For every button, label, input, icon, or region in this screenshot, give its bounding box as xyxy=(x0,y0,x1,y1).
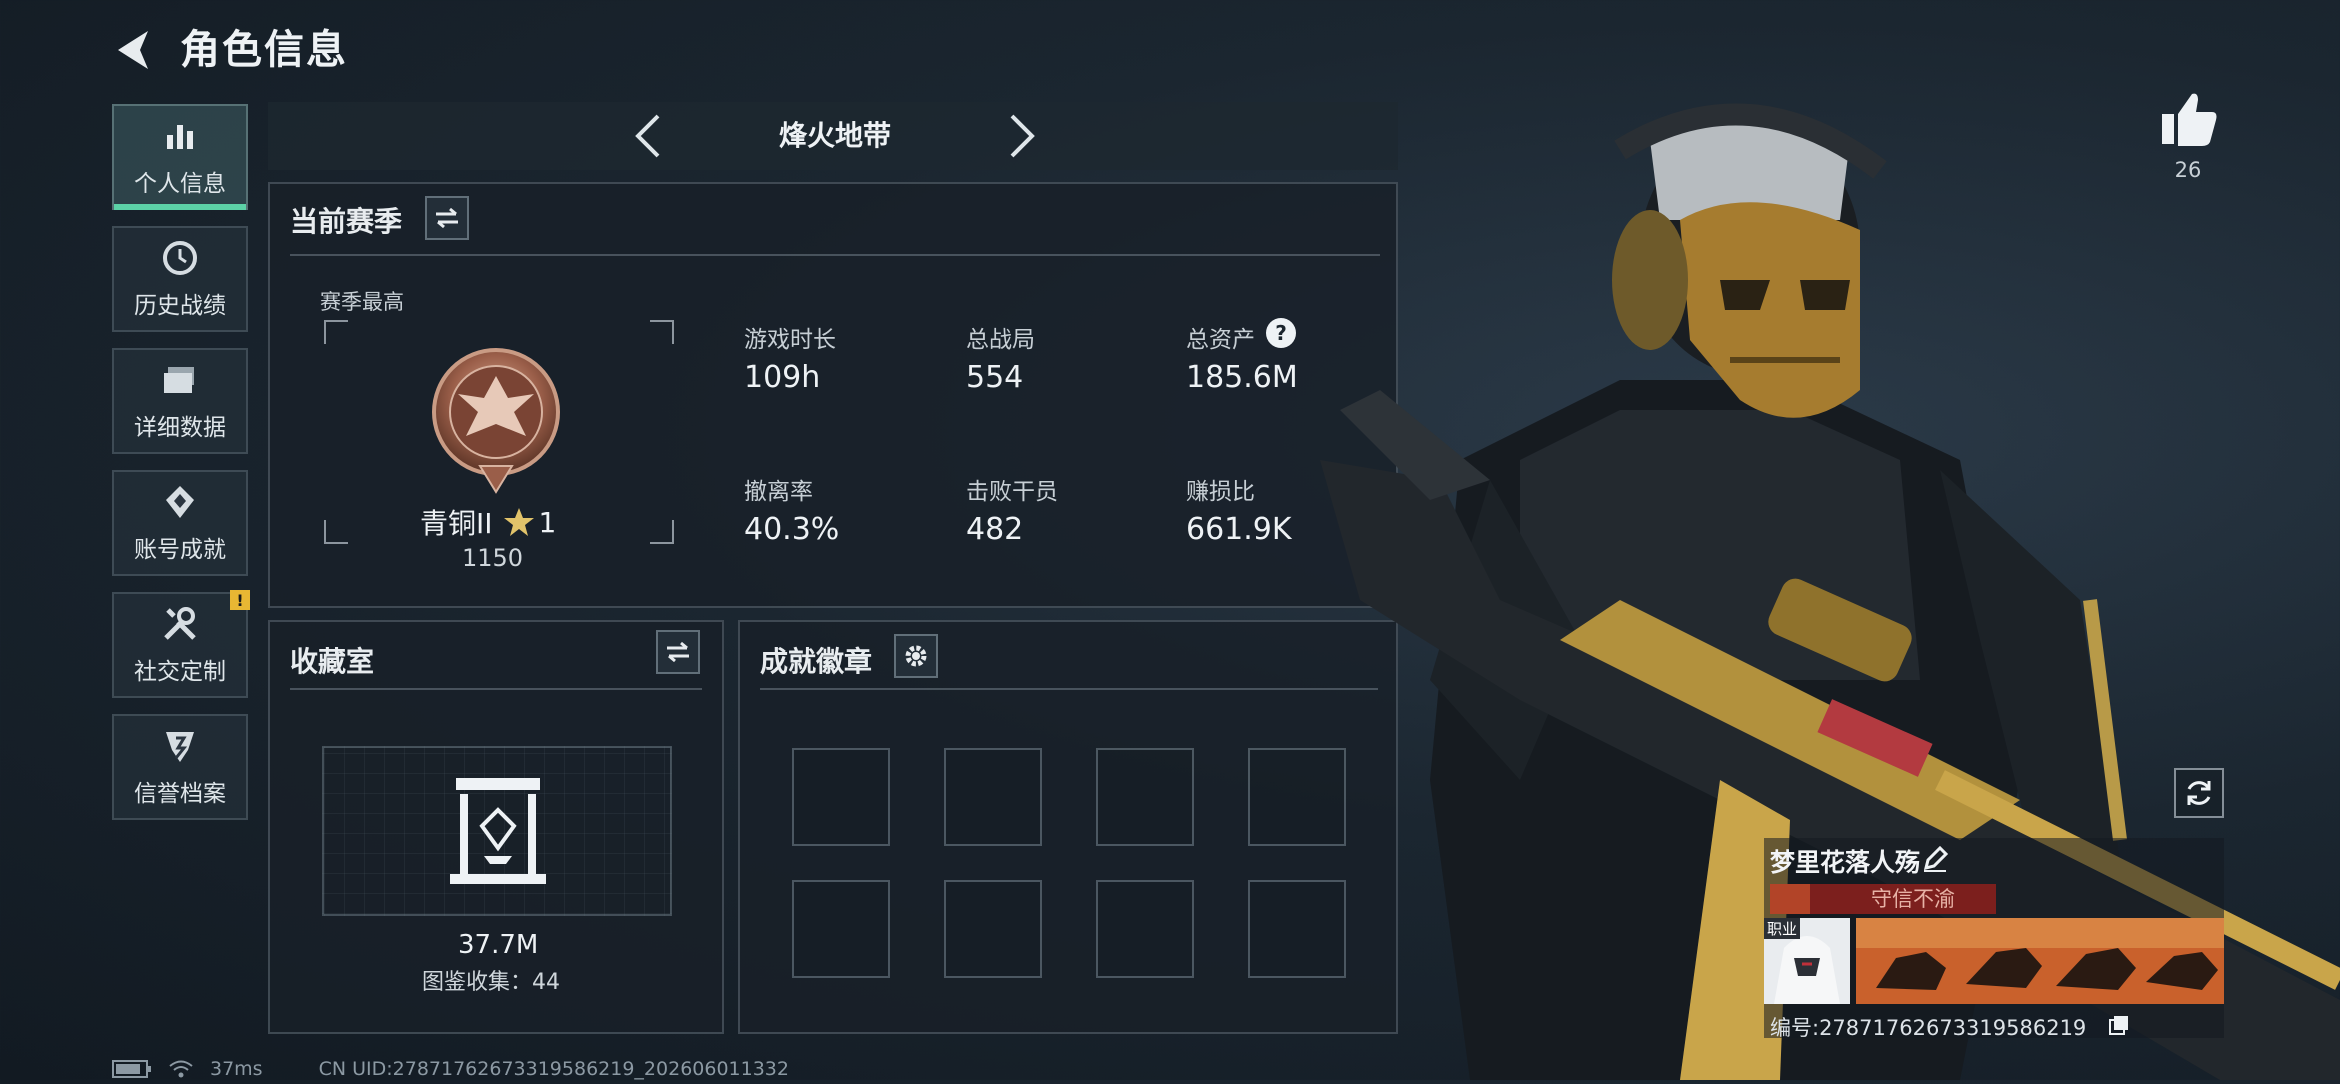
switch-icon xyxy=(667,641,689,663)
like-count: 26 xyxy=(2174,158,2202,182)
collection-vault-icon xyxy=(450,774,546,886)
frame-corner xyxy=(650,520,674,544)
thumbs-up-icon xyxy=(2162,93,2217,146)
sidebar-item-label: 个人信息 xyxy=(134,171,226,197)
gear-icon xyxy=(905,645,927,667)
rank-stars: 1 xyxy=(538,505,557,539)
shield-icon xyxy=(160,726,200,766)
badges-settings-button[interactable] xyxy=(894,634,938,678)
rank-score: 1150 xyxy=(462,544,524,572)
bronze-rank-emblem-icon xyxy=(430,346,562,494)
sidebar-item-label: 账号成就 xyxy=(134,537,226,563)
copy-icon xyxy=(2109,1016,2128,1035)
stat-value: 109h xyxy=(744,360,821,395)
badge-slot[interactable] xyxy=(1096,880,1194,978)
stat-label: 赚损比 xyxy=(1186,479,1255,505)
folder-icon xyxy=(160,360,200,400)
badge-slot[interactable] xyxy=(944,880,1042,978)
sidebar-item-history[interactable]: 历史战绩 xyxy=(112,226,248,332)
player-banner xyxy=(1856,918,2224,1004)
chevron-left-icon xyxy=(635,114,660,158)
sidebar-item-label: 社交定制 xyxy=(134,659,226,685)
page-title: 角色信息 xyxy=(180,27,348,73)
title-emblem-icon xyxy=(1770,884,1810,914)
footer-uid: CN UID:2787176267331958621​9_20260601133… xyxy=(318,1058,789,1080)
badge-slot[interactable] xyxy=(1096,748,1194,846)
rotate-model-button[interactable] xyxy=(2174,768,2224,818)
stat-value: 554 xyxy=(966,360,1024,395)
ping-value: 37ms xyxy=(210,1058,263,1080)
battery-icon xyxy=(112,1060,151,1078)
stat-label: 总资产 xyxy=(1186,327,1255,353)
rank-name-row: 青铜II 1 xyxy=(420,502,556,542)
status-footer: 37ms CN UID:2787176267331958621​9_202606… xyxy=(112,1058,789,1080)
switch-icon xyxy=(436,207,458,229)
badges-title: 成就徽章 xyxy=(760,645,873,678)
stat-value: 185.6M xyxy=(1186,360,1298,395)
back-arrow-icon xyxy=(118,31,148,69)
bar-chart-icon xyxy=(160,116,200,156)
stat-value: 482 xyxy=(966,512,1024,547)
season-title: 当前赛季 xyxy=(290,205,403,238)
pencil-icon xyxy=(1923,845,1949,872)
sidebar-item-details[interactable]: 详细数据 xyxy=(112,348,248,454)
collection-title: 收藏室 xyxy=(290,645,375,678)
stat-value: 40.3% xyxy=(744,512,840,547)
mode-prev-button[interactable] xyxy=(620,106,680,166)
season-best-label: 赛季最高 xyxy=(320,290,404,314)
like-button[interactable] xyxy=(2148,90,2228,150)
sidebar-item-label: 历史战绩 xyxy=(134,293,226,319)
badge-slot[interactable] xyxy=(792,748,890,846)
player-uid: 编号:2787176267331958621​9 xyxy=(1770,1016,2087,1040)
stat-label: 击败干员 xyxy=(966,479,1058,505)
sidebar-item-social[interactable]: 社交定制 ! xyxy=(112,590,250,698)
player-title: 守信不渝 xyxy=(1871,887,1955,911)
badges-divider xyxy=(760,688,1378,690)
season-divider xyxy=(290,254,1380,256)
wifi-icon xyxy=(169,1060,193,1078)
help-icon[interactable]: ? xyxy=(1266,318,1296,348)
sidebar-item-label: 详细数据 xyxy=(134,415,226,441)
season-switch-button[interactable] xyxy=(425,196,469,240)
sidebar-item-credit[interactable]: 信誉档案 xyxy=(112,714,248,820)
star-icon xyxy=(503,508,534,536)
refresh-icon xyxy=(2187,781,2211,805)
badge-slot[interactable] xyxy=(792,880,890,978)
edit-name-button[interactable] xyxy=(1920,844,1950,874)
frame-corner xyxy=(650,320,674,344)
back-button[interactable] xyxy=(108,22,158,78)
sidebar-item-personal-info[interactable]: 个人信息 xyxy=(112,104,248,210)
collection-switch-button[interactable] xyxy=(656,630,700,674)
rank-name: 青铜II xyxy=(420,507,493,540)
mode-next-button[interactable] xyxy=(990,106,1050,166)
frame-corner xyxy=(324,320,348,344)
alert-badge: ! xyxy=(230,590,250,610)
badge-slot[interactable] xyxy=(944,748,1042,846)
achievement-icon xyxy=(160,482,200,522)
clock-icon xyxy=(160,238,200,278)
chevron-right-icon xyxy=(1010,114,1035,158)
collection-codex: 图鉴收集：44 xyxy=(422,970,560,995)
sidebar-item-achievements[interactable]: 账号成就 xyxy=(112,470,248,576)
stat-label: 总战局 xyxy=(966,327,1035,353)
player-name: 梦里花落人殇 xyxy=(1770,848,1921,877)
stat-value: 661.9K xyxy=(1186,512,1292,547)
collection-value: 37.7M xyxy=(458,930,539,960)
mode-title: 烽火地带 xyxy=(778,119,891,152)
tools-icon xyxy=(160,604,200,644)
stat-label: 游戏时长 xyxy=(744,327,836,353)
sidebar-item-label: 信誉档案 xyxy=(134,781,226,807)
copy-uid-button[interactable] xyxy=(2108,1014,2130,1036)
collection-divider xyxy=(290,688,702,690)
frame-corner xyxy=(324,520,348,544)
stat-label: 撤离率 xyxy=(744,479,813,505)
job-label: 职业 xyxy=(1764,918,1801,939)
